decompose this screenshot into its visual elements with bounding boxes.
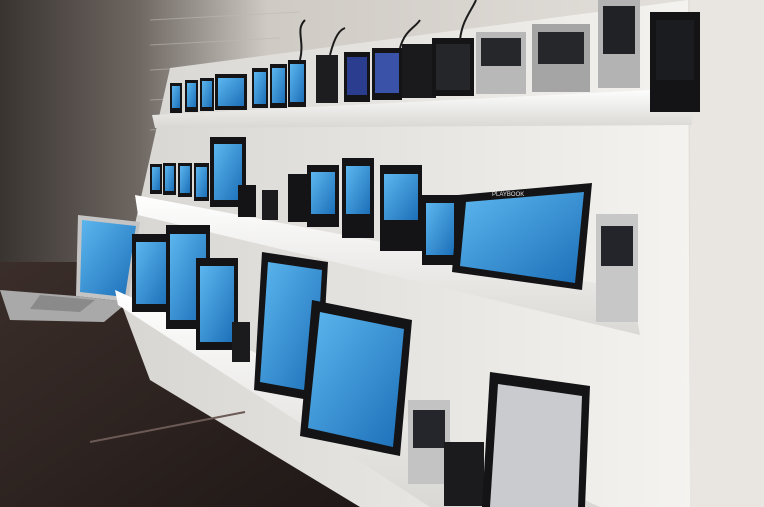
photo-canvas: PLAYBOOK <box>0 0 764 507</box>
device-lab-photo: PLAYBOOK <box>0 0 764 507</box>
tablet-brand-label: PLAYBOOK <box>492 192 524 198</box>
right-wall <box>690 0 764 507</box>
